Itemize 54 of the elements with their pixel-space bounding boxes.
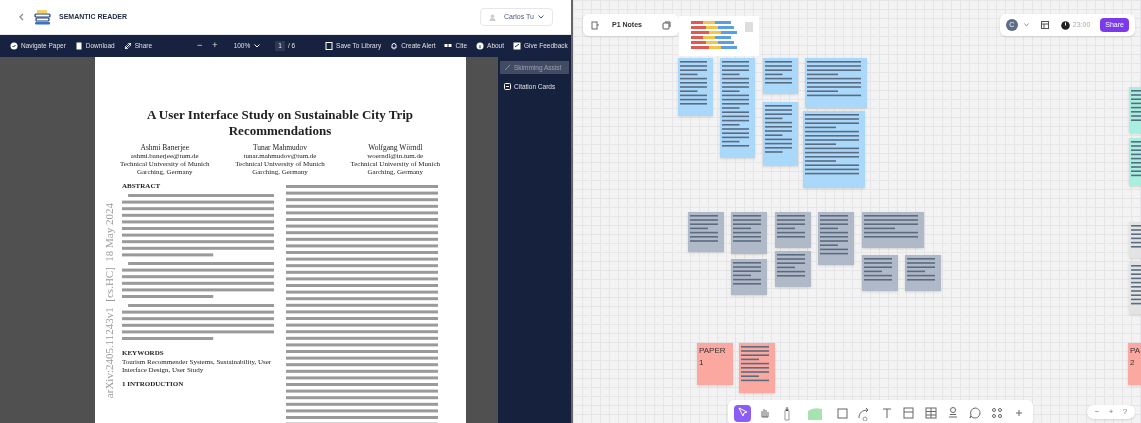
user-icon: [489, 13, 497, 21]
arxiv-identifier-text: arXiv:2405.11243v1 [cs.HC] 18 May 2024: [102, 203, 116, 399]
board-icon[interactable]: [591, 20, 600, 30]
chevron-down-icon: [254, 44, 261, 48]
text-lines-drawing: [864, 215, 920, 241]
info-icon: [476, 42, 485, 50]
text-lines-drawing: [907, 258, 937, 284]
paper-title: A User Interface Study on Sustainable City Trip Recommendations: [145, 107, 415, 139]
pencil-square-icon: [513, 42, 522, 50]
sticky-note-icon: [806, 405, 823, 421]
text-lines-drawing: [680, 61, 709, 108]
text-lines-drawing: [864, 258, 894, 284]
text-lines-drawing: [741, 346, 771, 384]
text-lines-drawing: [777, 215, 807, 241]
table-icon: [922, 405, 939, 421]
tool-button[interactable]: [922, 404, 939, 422]
text-lines-drawing: [805, 114, 861, 177]
zoom-control-button[interactable]: +: [1105, 405, 1117, 419]
file-icon: [74, 42, 83, 50]
text-lines-drawing: [765, 61, 794, 87]
timer-icon[interactable]: [1060, 20, 1070, 30]
tool-button[interactable]: [900, 404, 917, 422]
tool-button[interactable]: [966, 404, 983, 422]
back-icon[interactable]: [18, 13, 26, 21]
tool-button[interactable]: [734, 404, 751, 422]
note-text: PA: [1130, 346, 1141, 356]
square-icon: [834, 405, 851, 421]
text-lines-drawing: [820, 215, 850, 257]
check-circle-icon: [10, 42, 18, 50]
copy-icon[interactable]: [661, 20, 671, 30]
link-icon: [123, 42, 132, 50]
text-lines-drawing: [733, 262, 763, 288]
text-lines-drawing: [690, 215, 720, 245]
zoom-out-button[interactable]: −: [192, 39, 208, 53]
comment-icon: [966, 405, 983, 421]
books-logo-icon: [34, 9, 51, 25]
chevron-down-icon: [538, 15, 544, 19]
text-lines-drawing: [765, 105, 794, 156]
zoom-in-button[interactable]: +: [207, 39, 223, 53]
bell-icon: [390, 42, 399, 50]
note-text: 2: [1130, 358, 1136, 368]
note-text: PAPER: [699, 346, 727, 356]
text-lines-drawing: [733, 215, 763, 245]
frame-icon: [900, 405, 917, 421]
cards-icon: [504, 83, 511, 90]
text-lines-drawing: [777, 254, 807, 280]
quote-icon: [444, 42, 453, 50]
chevron-down-icon: [1023, 23, 1029, 27]
note-text: 1: [699, 358, 705, 368]
zoom-control-button[interactable]: −: [1091, 405, 1103, 419]
layout-icon[interactable]: [1040, 21, 1049, 29]
zoom-control-button[interactable]: ?: [1119, 405, 1131, 419]
bookmark-icon: [325, 42, 334, 50]
text-lines-drawing: [807, 61, 863, 99]
